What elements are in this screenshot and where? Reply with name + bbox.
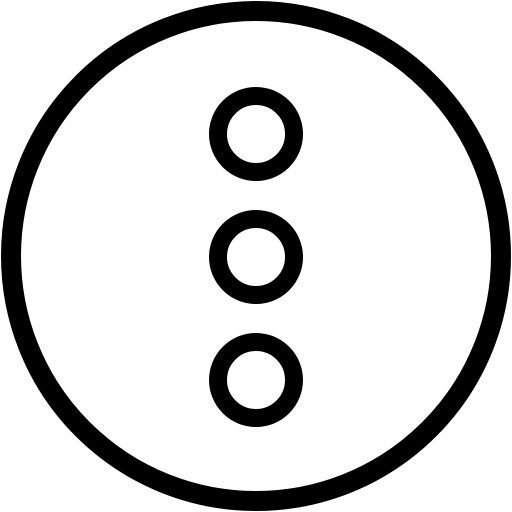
middle-dot-icon [209,210,303,304]
more-vertical-circle-icon[interactable] [0,0,512,512]
outer-ring [1,1,511,511]
bottom-dot-icon [209,333,303,427]
icon-canvas [0,0,512,512]
top-dot-icon [209,87,303,181]
